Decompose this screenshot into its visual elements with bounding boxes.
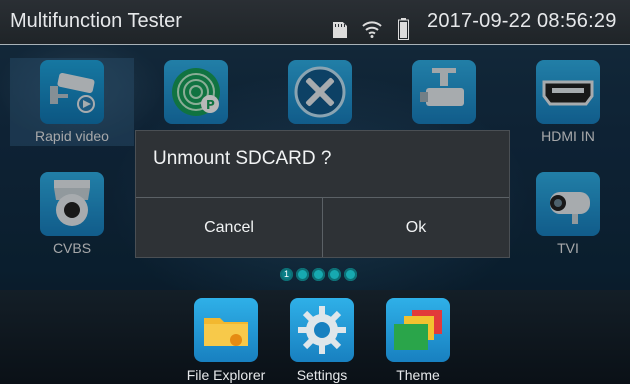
cancel-button[interactable]: Cancel: [136, 198, 322, 257]
app-title: Multifunction Tester: [10, 10, 182, 32]
dock-settings[interactable]: [290, 298, 354, 362]
folder-icon: [204, 318, 248, 346]
page-dot-active[interactable]: 1: [280, 268, 293, 281]
battery-icon: [398, 18, 409, 40]
page-dot[interactable]: [344, 268, 357, 281]
ok-button[interactable]: Ok: [323, 198, 509, 257]
datetime-display: 2017-09-22 08:56:29: [427, 10, 617, 32]
wifi-icon: [362, 21, 382, 38]
page-dot[interactable]: [312, 268, 325, 281]
gear-icon: [298, 306, 346, 354]
dock-label-theme: Theme: [396, 367, 440, 383]
dialog-title: Unmount SDCARD ?: [153, 148, 332, 169]
page-dot[interactable]: [328, 268, 341, 281]
theme-icon: [394, 310, 442, 350]
sdcard-icon: [333, 22, 347, 38]
status-bar: Multifunction Tester 2017-09-22 08:56:29: [0, 0, 630, 45]
dock-file-explorer[interactable]: [194, 298, 258, 362]
page-dot[interactable]: [296, 268, 309, 281]
unmount-dialog: Unmount SDCARD ? Cancel Ok: [135, 130, 510, 258]
dock-theme[interactable]: [386, 298, 450, 362]
